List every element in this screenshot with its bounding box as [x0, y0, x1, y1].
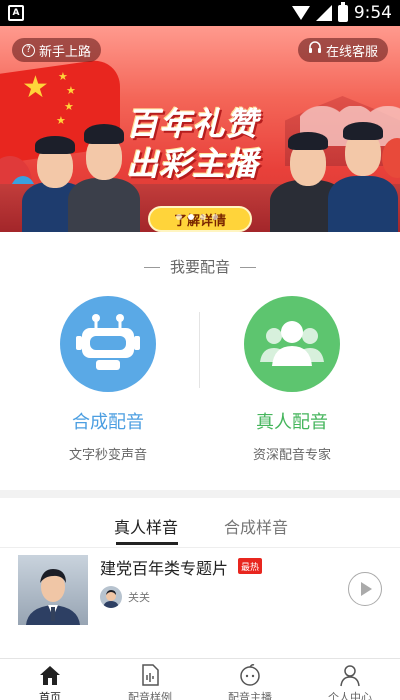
tabs-divider: [0, 547, 400, 548]
synthesized-dubbing-card[interactable]: 合成配音 文字秒变声音: [8, 296, 208, 463]
nav-home-label: 首页: [39, 691, 61, 700]
status-icons: 9:54: [291, 1, 392, 23]
banner-title: 百年礼赞 出彩主播: [100, 104, 285, 184]
tab-synth-samples[interactable]: 合成样音: [224, 514, 288, 538]
section-title: 我要配音: [0, 256, 400, 277]
active-tab-indicator: [116, 542, 178, 545]
bottom-nav: 首页 配音样例 配音主播 个人中心: [0, 658, 400, 700]
host-icon: [238, 663, 262, 687]
wifi-icon: [291, 6, 310, 20]
customer-service-button[interactable]: 在线客服: [297, 38, 388, 62]
status-bar: A 9:54: [0, 0, 400, 26]
battery-icon: [337, 1, 348, 22]
nav-home[interactable]: 首页: [0, 663, 100, 700]
robot-icon: [60, 296, 156, 392]
author-name: 关关: [128, 591, 150, 604]
star-icon: ★: [22, 70, 49, 105]
tab-human-samples[interactable]: 真人样音: [114, 514, 178, 538]
nav-hosts-label: 配音主播: [228, 691, 272, 700]
customer-service-label: 在线客服: [325, 44, 378, 60]
host-illustration: [328, 110, 398, 232]
question-icon: ?: [22, 43, 35, 57]
carousel-dot[interactable]: [188, 214, 194, 220]
human-dubbing-card[interactable]: 真人配音 资深配音专家: [192, 296, 392, 463]
nav-profile-label: 个人中心: [328, 691, 372, 700]
carousel-dot[interactable]: [200, 214, 206, 220]
title-rule: [240, 267, 256, 268]
carousel-dot[interactable]: [176, 214, 182, 220]
avatar: [100, 586, 122, 608]
promo-banner[interactable]: ★ ★ ★ ★ ★ 百年礼赞 出彩主播 了解详情 ? 新手上路 在线客服: [0, 26, 400, 232]
carousel-dot[interactable]: [212, 214, 218, 220]
signal-icon: [315, 5, 332, 21]
home-icon: [38, 663, 62, 687]
sample-tabs: 真人样音 合成样音: [0, 506, 400, 548]
dubbing-section: 我要配音 合成配音 文字秒变声音 真人配音 资深配音专家: [0, 232, 400, 490]
banner-title-line2: 出彩主播: [126, 145, 259, 183]
list-item[interactable]: 建党百年类专题片 最热 关关: [0, 550, 400, 630]
star-icon: ★: [66, 84, 76, 97]
nav-samples[interactable]: 配音样例: [100, 663, 200, 700]
synthesized-dubbing-sub: 文字秒变声音: [68, 448, 147, 463]
beginner-guide-button[interactable]: ? 新手上路: [12, 38, 102, 62]
headset-icon: [308, 41, 322, 59]
synthesized-dubbing-label: 合成配音: [72, 412, 144, 433]
human-dubbing-sub: 资深配音专家: [252, 448, 331, 463]
nav-profile[interactable]: 个人中心: [300, 663, 400, 700]
hot-badge: 最热: [238, 558, 263, 574]
sample-title: 建党百年类专题片: [100, 559, 229, 578]
carousel-indicator: [176, 214, 218, 220]
banner-title-line1: 百年礼赞: [126, 105, 259, 143]
play-button[interactable]: [348, 572, 382, 606]
nav-hosts[interactable]: 配音主播: [200, 663, 300, 700]
star-icon: ★: [58, 70, 68, 83]
status-time: 9:54: [353, 3, 392, 23]
app-notification-icon: A: [8, 5, 24, 21]
beginner-guide-label: 新手上路: [39, 44, 92, 60]
human-dubbing-label: 真人配音: [256, 412, 328, 433]
samples-section: 真人样音 合成样音 建党百年类专题片 最热 关关: [0, 498, 400, 658]
user-icon: [338, 663, 362, 687]
sample-thumbnail: [18, 555, 88, 625]
audio-file-icon: [138, 663, 162, 687]
nav-samples-label: 配音样例: [128, 691, 172, 700]
people-icon: [244, 296, 340, 392]
section-title-text: 我要配音: [169, 258, 230, 276]
title-rule: [143, 267, 160, 268]
